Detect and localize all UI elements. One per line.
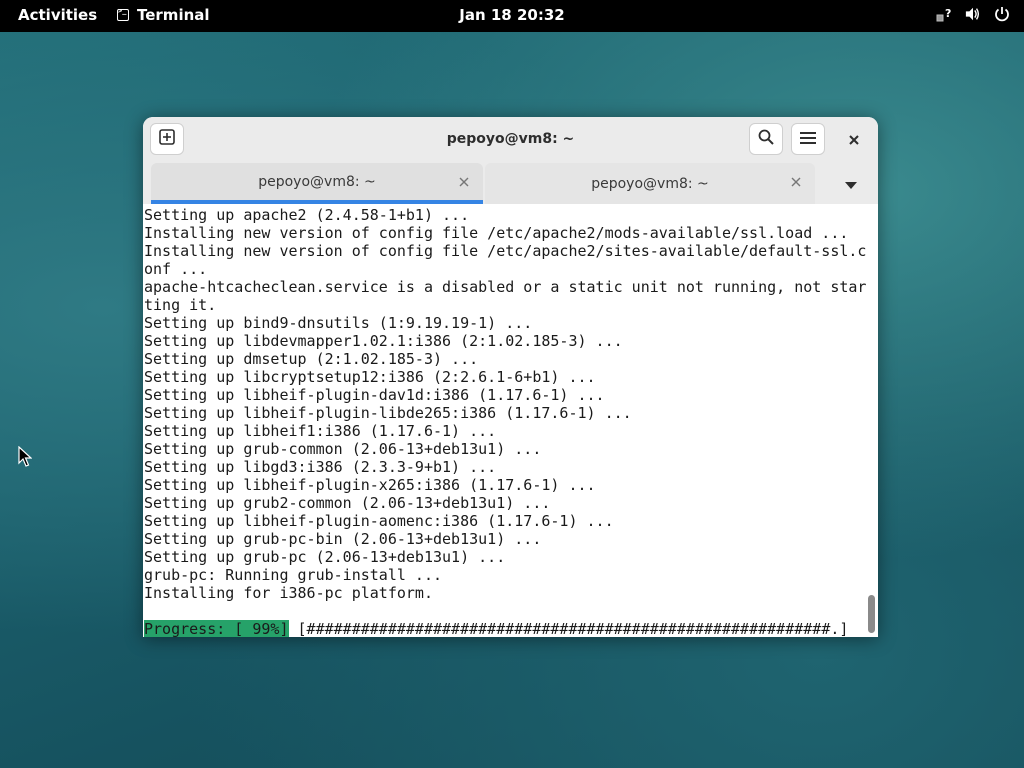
tab-label: pepoyo@vm8: ~ <box>258 173 376 190</box>
terminal-lines: Setting up apache2 (2.4.58-1+b1) ... Inst… <box>144 206 866 602</box>
terminal-line: Setting up libheif1:i386 (1.17.6-1) ... <box>144 422 497 440</box>
terminal-icon <box>117 7 129 21</box>
terminal-line: Installing for i386-pc platform. <box>144 584 433 602</box>
tabs-dropdown-button[interactable] <box>843 176 859 192</box>
terminal-line: Installing new version of config file /e… <box>144 242 867 260</box>
power-icon[interactable] <box>994 5 1010 23</box>
header-bar[interactable]: pepoyo@vm8: ~ <box>143 117 878 163</box>
terminal-line: Setting up bind9-dnsutils (1:9.19.19-1) … <box>144 314 533 332</box>
tab-label: pepoyo@vm8: ~ <box>591 175 709 192</box>
terminal-line: Setting up dmsetup (2:1.02.185-3) ... <box>144 350 479 368</box>
clock[interactable]: Jan 18 20:32 <box>459 6 564 24</box>
terminal-line: Setting up libheif-plugin-libde265:i386 … <box>144 404 632 422</box>
tab-close-icon[interactable] <box>789 175 803 189</box>
terminal-line: grub-pc: Running grub-install ... <box>144 566 443 584</box>
chevron-down-icon <box>845 175 857 194</box>
terminal-line: Installing new version of config file /e… <box>144 224 849 242</box>
terminal-line: apache-htcacheclean.service is a disable… <box>144 278 867 296</box>
search-icon <box>758 129 774 149</box>
terminal-line: onf ... <box>144 260 208 278</box>
volume-icon[interactable] <box>965 5 981 23</box>
terminal-output[interactable]: Setting up apache2 (2.4.58-1+b1) ... Inst… <box>143 204 878 637</box>
tab-close-icon[interactable] <box>457 175 471 189</box>
terminal-line: Setting up libheif-plugin-aomenc:i386 (1… <box>144 512 614 530</box>
activities-button[interactable]: Activities <box>18 6 97 24</box>
terminal-line: Setting up grub-pc-bin (2.06-13+deb13u1)… <box>144 530 542 548</box>
close-icon <box>848 131 860 150</box>
app-menu-label: Terminal <box>137 6 210 24</box>
tab-1[interactable]: pepoyo@vm8: ~ <box>151 163 483 204</box>
mouse-pointer-icon <box>18 445 33 472</box>
terminal-line: Setting up libgd3:i386 (2.3.3-9+b1) ... <box>144 458 497 476</box>
terminal-line: Setting up libheif-plugin-dav1d:i386 (1.… <box>144 386 605 404</box>
top-bar: Activities Terminal Jan 18 20:32 ? <box>0 0 1024 32</box>
hamburger-icon <box>800 130 816 149</box>
system-tray[interactable]: ? <box>936 5 1010 23</box>
progress-label: Progress: [ 99%] <box>144 620 289 637</box>
svg-text:?: ? <box>945 7 951 20</box>
progress-bar: [#######################################… <box>288 620 849 637</box>
search-button[interactable] <box>749 123 783 155</box>
terminal-line: Setting up libheif-plugin-x265:i386 (1.1… <box>144 476 596 494</box>
tab-bar: pepoyo@vm8: ~ pepoyo@vm8: ~ <box>143 163 878 204</box>
terminal-line: Setting up grub2-common (2.06-13+deb13u1… <box>144 494 551 512</box>
network-question-icon[interactable]: ? <box>936 5 952 23</box>
terminal-line: Setting up apache2 (2.4.58-1+b1) ... <box>144 206 470 224</box>
main-menu-button[interactable] <box>791 123 825 155</box>
terminal-window: pepoyo@vm8: ~ pepoyo@vm8: ~ pepoyo@vm8: … <box>143 117 878 637</box>
terminal-scrollbar[interactable] <box>868 595 875 633</box>
app-menu[interactable]: Terminal <box>117 6 210 24</box>
progress-line: Progress: [ 99%] [######################… <box>144 620 848 637</box>
terminal-line: Setting up libcryptsetup12:i386 (2:2.6.1… <box>144 368 596 386</box>
terminal-line: ting it. <box>144 296 217 314</box>
close-window-button[interactable] <box>841 127 867 153</box>
tab-2[interactable]: pepoyo@vm8: ~ <box>485 163 815 204</box>
terminal-line: Setting up grub-common (2.06-13+deb13u1)… <box>144 440 542 458</box>
terminal-line: Setting up grub-pc (2.06-13+deb13u1) ... <box>144 548 506 566</box>
terminal-line: Setting up libdevmapper1.02.1:i386 (2:1.… <box>144 332 623 350</box>
